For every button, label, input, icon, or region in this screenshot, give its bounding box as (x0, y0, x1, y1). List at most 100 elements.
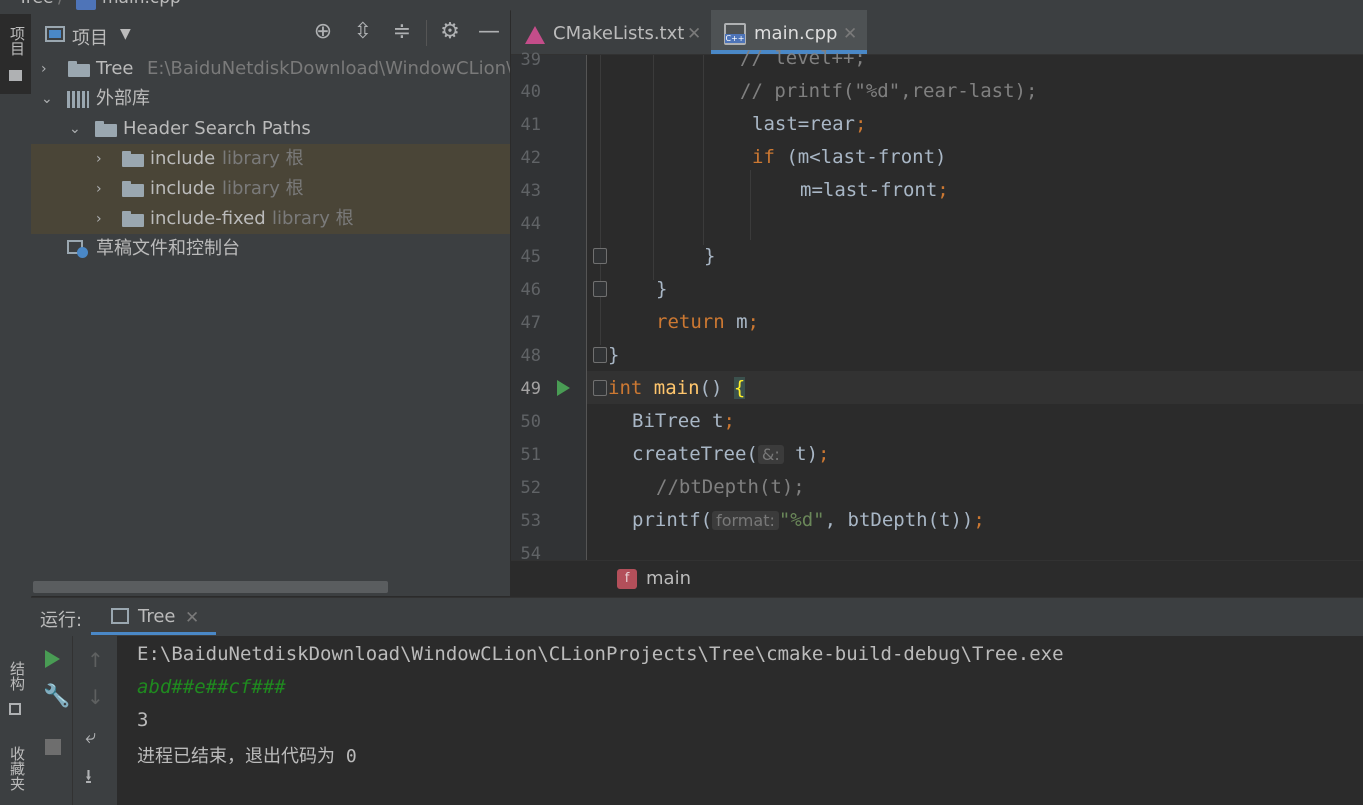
header-divider (426, 20, 427, 46)
code-token: ; (818, 443, 830, 465)
tool-tab-structure-label: 结构 (8, 661, 26, 691)
line-number: 42 (520, 148, 541, 168)
clock-icon (77, 247, 88, 258)
tool-tab-favorites[interactable]: 收藏夹 (0, 742, 31, 805)
indent-guide (653, 55, 654, 280)
line-number: 41 (520, 115, 541, 135)
cpp-file-icon (76, 0, 96, 10)
code-breadcrumb[interactable]: f main (511, 560, 1363, 597)
code-token: (m<last-front) (774, 146, 947, 168)
tree-item-suffix: library 根 (222, 178, 304, 199)
code-line: return m; (656, 311, 759, 333)
chevron-right-icon[interactable]: › (96, 182, 110, 196)
locate-icon[interactable]: ⊕ (310, 19, 336, 45)
code-line: int main() { (608, 377, 746, 399)
line-number: 45 (520, 247, 541, 267)
chevron-down-icon[interactable]: ▼ (120, 26, 131, 42)
arrow-down-icon[interactable]: ↓ (87, 685, 104, 709)
arrow-up-icon[interactable]: ↑ (87, 648, 104, 672)
fold-marker-icon[interactable] (593, 281, 607, 297)
tree-item-label: 草稿文件和控制台 (96, 238, 240, 259)
chevron-right-icon[interactable]: › (96, 212, 110, 226)
tree-item-include[interactable]: › include library 根 (31, 174, 510, 204)
tree-item-scratches[interactable]: 草稿文件和控制台 (31, 234, 510, 264)
chevron-down-icon[interactable]: ⌄ (69, 122, 83, 136)
parameter-hint: &: (757, 445, 784, 464)
tree-item-external-libraries[interactable]: ⌄ 外部库 (31, 84, 510, 114)
console-line-input: abd##e##cf### (137, 676, 286, 698)
tool-tab-project-label: 项目 (8, 26, 26, 56)
tree-item-label: 外部库 (96, 88, 150, 109)
fold-marker-icon[interactable] (593, 248, 607, 264)
tree-item-include[interactable]: › include library 根 (31, 144, 510, 174)
expand-all-icon[interactable]: ⇳ (350, 19, 376, 45)
tree-item-include-fixed[interactable]: › include-fixed library 根 (31, 204, 510, 234)
code-token: , btDepth(t)) (824, 509, 974, 531)
close-icon[interactable]: ✕ (185, 608, 199, 628)
code-line: // level++; (740, 47, 866, 69)
line-number: 40 (520, 82, 541, 102)
gear-icon[interactable]: ⚙ (437, 19, 463, 45)
structure-icon (9, 703, 21, 715)
code-token: main (653, 377, 700, 399)
tree-item-header-search-paths[interactable]: ⌄ Header Search Paths (31, 114, 510, 144)
tab-label: CMakeLists.txt (553, 23, 685, 44)
stop-icon[interactable] (45, 739, 61, 755)
line-number: 47 (520, 313, 541, 333)
parameter-hint: format: (712, 511, 779, 530)
library-icon (67, 91, 89, 108)
tree-item-suffix: library 根 (272, 208, 354, 229)
line-number: 53 (520, 511, 541, 531)
tool-tab-structure[interactable]: 结构 (0, 655, 31, 725)
breadcrumb-separator: / (58, 0, 64, 8)
tab-cmakelists[interactable]: CMakeLists.txt ✕ (511, 10, 709, 54)
minimize-icon[interactable]: — (476, 19, 502, 45)
line-number: 44 (520, 214, 541, 234)
chevron-right-icon[interactable]: › (41, 62, 55, 76)
code-line: BiTree t; (632, 410, 735, 432)
code-line: // printf("%d",rear-last); (740, 80, 1038, 102)
tree-item-label: Header Search Paths (123, 118, 311, 139)
tool-tab-favorites-label: 收藏夹 (8, 746, 26, 791)
code-token: m=last-front (800, 179, 938, 201)
console-line-exit: 进程已结束，退出代码为 0 (137, 746, 357, 767)
run-gutter-icon[interactable] (557, 380, 570, 396)
code-editor[interactable] (511, 55, 1363, 560)
code-token: BiTree t (632, 410, 724, 432)
run-tab-label[interactable]: Tree (138, 606, 176, 627)
rerun-icon[interactable] (45, 650, 60, 668)
code-token: m (724, 311, 748, 333)
folder-icon (122, 151, 144, 167)
tree-item-suffix: library 根 (222, 148, 304, 169)
toolbar-divider (72, 636, 73, 805)
line-number: 50 (520, 412, 541, 432)
soft-wrap-icon[interactable]: ⤶ (85, 724, 96, 748)
code-line: } (656, 278, 668, 300)
horizontal-scrollbar-thumb[interactable] (33, 581, 388, 593)
run-panel-label: 运行: (40, 610, 83, 631)
line-number: 46 (520, 280, 541, 300)
tool-tab-project[interactable]: 项目 (0, 14, 31, 94)
cpp-file-icon: C++ (724, 23, 746, 45)
folder-icon (68, 61, 90, 77)
close-icon[interactable]: ✕ (687, 10, 701, 58)
chevron-right-icon[interactable]: › (96, 152, 110, 166)
code-token: last=rear (752, 113, 855, 135)
tree-item-project[interactable]: › Tree E:\BaiduNetdiskDownload\WindowCLi… (31, 54, 510, 84)
project-panel-title[interactable]: 项目 (72, 24, 108, 50)
tree-item-label: include-fixed (150, 208, 266, 229)
code-line: m=last-front; (800, 179, 949, 201)
collapse-all-icon[interactable]: ≑ (389, 19, 415, 45)
code-token: int (608, 377, 643, 399)
line-number: 39 (520, 50, 541, 70)
code-token: ; (854, 113, 867, 135)
fold-marker-icon[interactable] (593, 347, 607, 363)
fold-marker-icon[interactable] (593, 380, 607, 396)
scroll-to-end-icon[interactable]: ⭳ (85, 762, 92, 796)
run-toolbar: 🔧 ↑ ↓ ⤶ ⭳ (31, 636, 117, 805)
wrench-icon[interactable]: 🔧 (43, 684, 70, 709)
breadcrumb-project[interactable]: Tree (18, 0, 53, 8)
chevron-down-icon[interactable]: ⌄ (41, 92, 55, 106)
breadcrumb-file[interactable]: main.cpp (102, 0, 181, 8)
indent-guide (750, 170, 751, 240)
